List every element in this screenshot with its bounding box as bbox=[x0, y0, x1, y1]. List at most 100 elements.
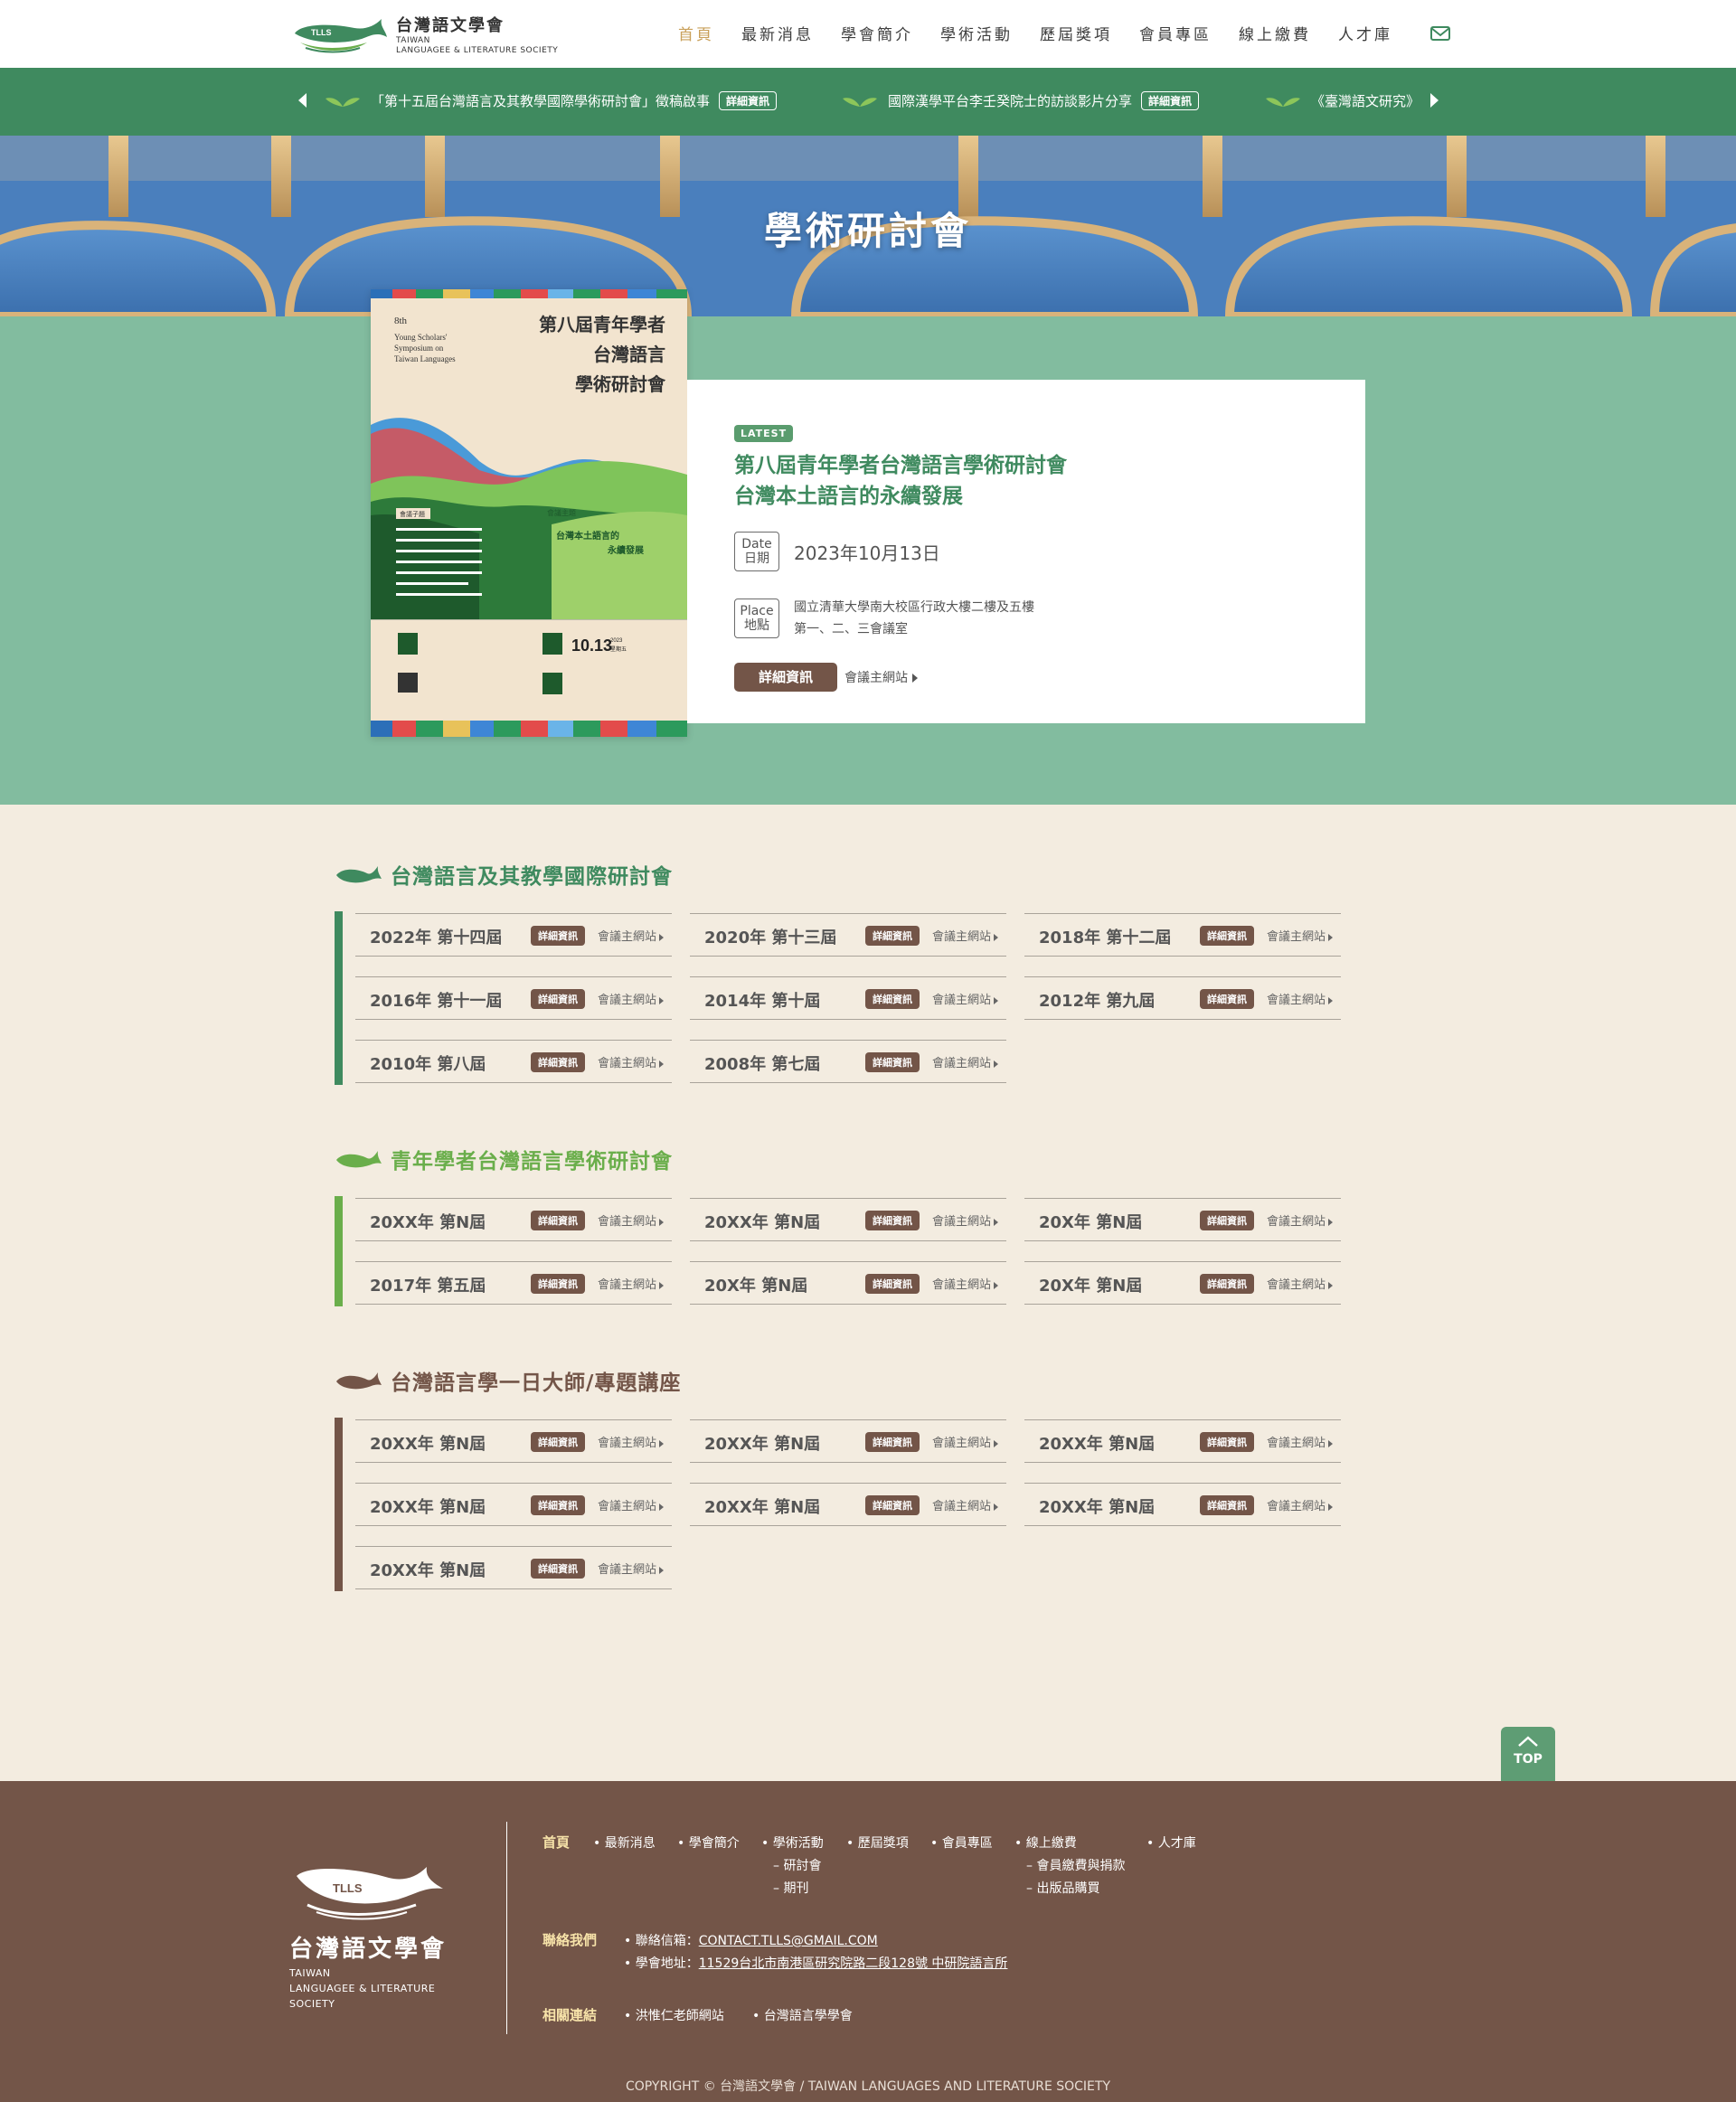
conference-site-link[interactable]: 會議主網站 bbox=[598, 990, 665, 1007]
conference-site-link[interactable]: 會議主網站 bbox=[1267, 927, 1334, 944]
detail-button[interactable]: 詳細資訊 bbox=[734, 663, 837, 692]
conference-site-link[interactable]: 會議主網站 bbox=[932, 1496, 999, 1513]
conference-year-label[interactable]: 20XX年 第N屆 bbox=[370, 1431, 486, 1455]
conference-year-label[interactable]: 20XX年 第N屆 bbox=[370, 1494, 486, 1518]
footer-nav-talent[interactable]: • 人才庫 bbox=[1146, 1833, 1196, 1852]
conference-year-label[interactable]: 20X年 第N屆 bbox=[1039, 1210, 1142, 1233]
detail-badge-button[interactable]: 詳細資訊 bbox=[865, 989, 920, 1009]
nav-members[interactable]: 會員專區 bbox=[1139, 22, 1212, 44]
ticker-detail-badge[interactable]: 詳細資訊 bbox=[719, 91, 778, 110]
ticker-next-arrow-icon[interactable] bbox=[1430, 93, 1439, 108]
conference-site-link[interactable]: 會議主網站 bbox=[598, 1560, 665, 1577]
detail-badge-button[interactable]: 詳細資訊 bbox=[531, 1211, 585, 1230]
detail-badge-button[interactable]: 詳細資訊 bbox=[531, 989, 585, 1009]
detail-badge-button[interactable]: 詳細資訊 bbox=[1200, 926, 1254, 946]
ticker-item[interactable]: 「第十五屆台灣語言及其教學國際學術研討會」徵稿啟事 詳細資訊 bbox=[326, 91, 778, 110]
conference-site-link[interactable]: 會議主網站 bbox=[1267, 1496, 1334, 1513]
detail-badge-button[interactable]: 詳細資訊 bbox=[531, 1432, 585, 1452]
footer-nav-home[interactable]: 首頁 bbox=[542, 1833, 570, 1852]
conference-poster[interactable]: 8th Young Scholars' Symposium on Taiwan … bbox=[371, 289, 687, 737]
conference-site-link[interactable]: 會議主網站 bbox=[1267, 1275, 1334, 1292]
conference-year-label[interactable]: 20X年 第N屆 bbox=[1039, 1273, 1142, 1296]
detail-badge-button[interactable]: 詳細資訊 bbox=[865, 1052, 920, 1072]
ticker-item[interactable]: 《臺灣語文研究》 bbox=[1266, 91, 1420, 110]
footer-email-link[interactable]: • 聯絡信箱：CONTACT.TLLS@GMAIL.COM bbox=[624, 1931, 878, 1949]
conference-year-label[interactable]: 20X年 第N屆 bbox=[704, 1273, 807, 1296]
detail-badge-button[interactable]: 詳細資訊 bbox=[865, 1495, 920, 1515]
conference-year-label[interactable]: 20XX年 第N屆 bbox=[704, 1494, 820, 1518]
nav-talent[interactable]: 人才庫 bbox=[1338, 22, 1392, 44]
footer-nav-about[interactable]: • 學會簡介 bbox=[677, 1833, 740, 1852]
conference-site-link[interactable]: 會議主網站 bbox=[932, 1053, 999, 1070]
conference-site-link[interactable]: 會議主網站 bbox=[844, 668, 918, 686]
conference-year-label[interactable]: 2018年 第十二屆 bbox=[1039, 925, 1171, 948]
conference-year-label[interactable]: 2012年 第九屆 bbox=[1039, 988, 1155, 1012]
conference-site-link[interactable]: 會議主網站 bbox=[1267, 1433, 1334, 1450]
footer-link-ling-society[interactable]: • 台灣語言學學會 bbox=[752, 2006, 853, 2024]
conference-site-link[interactable]: 會議主網站 bbox=[1267, 990, 1334, 1007]
back-to-top-button[interactable]: TOP bbox=[1501, 1727, 1555, 1782]
nav-about[interactable]: 學會簡介 bbox=[841, 22, 913, 44]
ticker-detail-badge[interactable]: 詳細資訊 bbox=[1141, 91, 1200, 110]
footer-nav-members[interactable]: • 會員專區 bbox=[930, 1833, 993, 1852]
detail-badge-button[interactable]: 詳細資訊 bbox=[1200, 1274, 1254, 1294]
conference-year-label[interactable]: 20XX年 第N屆 bbox=[704, 1431, 820, 1455]
conference-year-label[interactable]: 20XX年 第N屆 bbox=[1039, 1494, 1155, 1518]
conference-site-link[interactable]: 會議主網站 bbox=[598, 927, 665, 944]
ticker-prev-arrow-icon[interactable] bbox=[298, 93, 307, 108]
mail-icon[interactable] bbox=[1430, 26, 1450, 41]
conference-site-link[interactable]: 會議主網站 bbox=[598, 1275, 665, 1292]
footer-logo[interactable]: TLLS 台灣語文學會 TAIWAN LANGUAGEE & LITERATUR… bbox=[289, 1858, 452, 2010]
detail-badge-button[interactable]: 詳細資訊 bbox=[531, 1495, 585, 1515]
nav-awards[interactable]: 歷屆獎項 bbox=[1040, 22, 1112, 44]
detail-badge-button[interactable]: 詳細資訊 bbox=[1200, 1211, 1254, 1230]
footer-sub-seminar[interactable]: – 研討會 bbox=[773, 1856, 821, 1874]
conference-year-label[interactable]: 20XX年 第N屆 bbox=[370, 1210, 486, 1233]
footer-sub-member-fee[interactable]: – 會員繳費與捐款 bbox=[1026, 1856, 1125, 1874]
conference-year-label[interactable]: 2017年 第五屆 bbox=[370, 1273, 486, 1296]
ticker-item[interactable]: 國際漢學平台李壬癸院士的訪談影片分享 詳細資訊 bbox=[843, 91, 1200, 110]
detail-badge-button[interactable]: 詳細資訊 bbox=[531, 1052, 585, 1072]
detail-badge-button[interactable]: 詳細資訊 bbox=[1200, 1495, 1254, 1515]
footer-nav-awards[interactable]: • 歷屆獎項 bbox=[846, 1833, 909, 1852]
detail-badge-button[interactable]: 詳細資訊 bbox=[865, 1274, 920, 1294]
footer-nav-payment[interactable]: • 線上繳費 bbox=[1014, 1833, 1077, 1852]
conference-site-link[interactable]: 會議主網站 bbox=[598, 1211, 665, 1229]
latest-event-title[interactable]: 第八屆青年學者台灣語言學術研討會 台灣本土語言的永續發展 bbox=[734, 450, 1067, 512]
conference-year-label[interactable]: 20XX年 第N屆 bbox=[704, 1210, 820, 1233]
conference-site-link[interactable]: 會議主網站 bbox=[598, 1053, 665, 1070]
conference-site-link[interactable]: 會議主網站 bbox=[932, 1211, 999, 1229]
nav-home[interactable]: 首頁 bbox=[678, 22, 714, 44]
conference-site-link[interactable]: 會議主網站 bbox=[598, 1433, 665, 1450]
conference-year-label[interactable]: 2022年 第十四屆 bbox=[370, 925, 502, 948]
nav-activities[interactable]: 學術活動 bbox=[940, 22, 1013, 44]
conference-site-link[interactable]: 會議主網站 bbox=[598, 1496, 665, 1513]
conference-year-label[interactable]: 2010年 第八屆 bbox=[370, 1051, 486, 1075]
conference-site-link[interactable]: 會議主網站 bbox=[932, 1433, 999, 1450]
conference-site-link[interactable]: 會議主網站 bbox=[1267, 1211, 1334, 1229]
conference-year-label[interactable]: 2014年 第十屆 bbox=[704, 988, 820, 1012]
conference-site-link[interactable]: 會議主網站 bbox=[932, 1275, 999, 1292]
footer-sub-publication[interactable]: – 出版品購買 bbox=[1026, 1879, 1099, 1897]
nav-payment[interactable]: 線上繳費 bbox=[1239, 22, 1311, 44]
conference-year-label[interactable]: 20XX年 第N屆 bbox=[1039, 1431, 1155, 1455]
conference-site-link[interactable]: 會議主網站 bbox=[932, 927, 999, 944]
detail-badge-button[interactable]: 詳細資訊 bbox=[531, 926, 585, 946]
nav-news[interactable]: 最新消息 bbox=[741, 22, 814, 44]
footer-sub-journal[interactable]: – 期刊 bbox=[773, 1879, 808, 1897]
detail-badge-button[interactable]: 詳細資訊 bbox=[865, 1432, 920, 1452]
footer-nav-activities[interactable]: • 學術活動 bbox=[761, 1833, 824, 1852]
detail-badge-button[interactable]: 詳細資訊 bbox=[865, 1211, 920, 1230]
footer-link-hong[interactable]: • 洪惟仁老師網站 bbox=[624, 2006, 724, 2024]
detail-badge-button[interactable]: 詳細資訊 bbox=[531, 1559, 585, 1579]
conference-year-label[interactable]: 2016年 第十一屆 bbox=[370, 988, 502, 1012]
footer-address-link[interactable]: • 學會地址：11529台北市南港區研究院路二段128號 中研院語言所 bbox=[624, 1954, 1007, 1972]
site-logo[interactable]: TLLS 台灣語文學會 TAIWAN LANGUAGEE & LITERATUR… bbox=[291, 13, 558, 56]
footer-nav-news[interactable]: • 最新消息 bbox=[593, 1833, 656, 1852]
detail-badge-button[interactable]: 詳細資訊 bbox=[1200, 989, 1254, 1009]
conference-year-label[interactable]: 20XX年 第N屆 bbox=[370, 1558, 486, 1581]
detail-badge-button[interactable]: 詳細資訊 bbox=[1200, 1432, 1254, 1452]
conference-year-label[interactable]: 2008年 第七屆 bbox=[704, 1051, 820, 1075]
detail-badge-button[interactable]: 詳細資訊 bbox=[531, 1274, 585, 1294]
conference-year-label[interactable]: 2020年 第十三屆 bbox=[704, 925, 836, 948]
